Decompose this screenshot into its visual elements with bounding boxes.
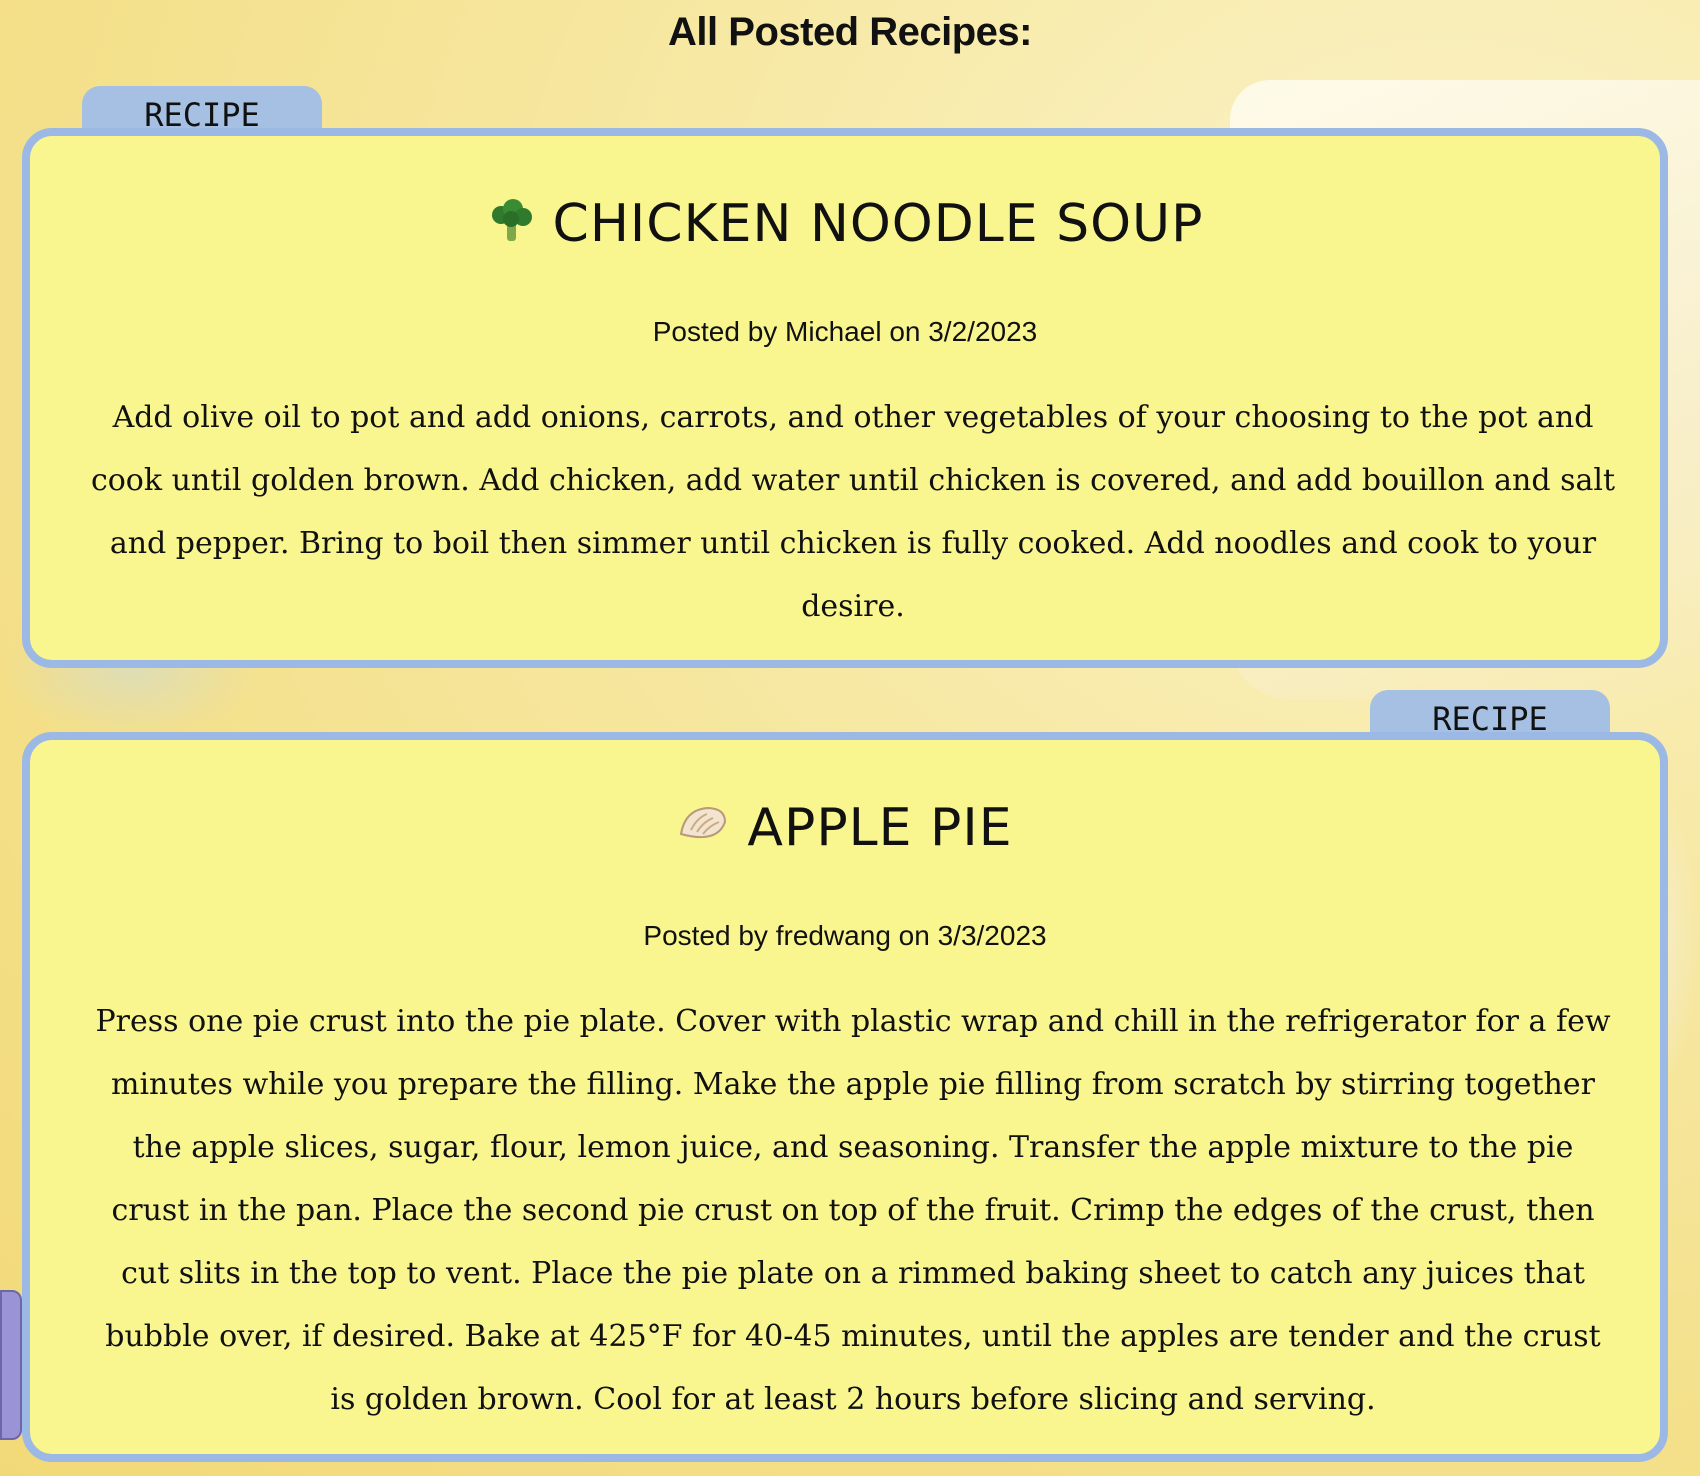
recipe-card: CHICKEN NOODLE SOUP Posted by Michael on… (22, 128, 1668, 668)
recipe-body: Press one pie crust into the pie plate. … (95, 1004, 1611, 1417)
recipe-title-text: APPLE PIE (747, 798, 1013, 858)
recipe-meta: Posted by Michael on 3/2/2023 (652, 316, 1038, 347)
side-drawer-handle[interactable] (0, 1290, 22, 1440)
recipe-card: APPLE PIE Posted by fredwang on 3/3/2023… (22, 732, 1668, 1462)
page-title: All Posted Recipes: (668, 10, 1032, 54)
recipe-title: APPLE PIE (30, 798, 1660, 861)
recipe-title: CHICKEN NOODLE SOUP (30, 194, 1660, 258)
dumpling-icon (677, 801, 729, 861)
recipe-body: Add olive oil to pot and add onions, car… (90, 400, 1616, 624)
recipe-meta: Posted by fredwang on 3/3/2023 (643, 920, 1047, 951)
broccoli-icon (487, 197, 535, 258)
recipe-title-text: CHICKEN NOODLE SOUP (552, 194, 1204, 254)
